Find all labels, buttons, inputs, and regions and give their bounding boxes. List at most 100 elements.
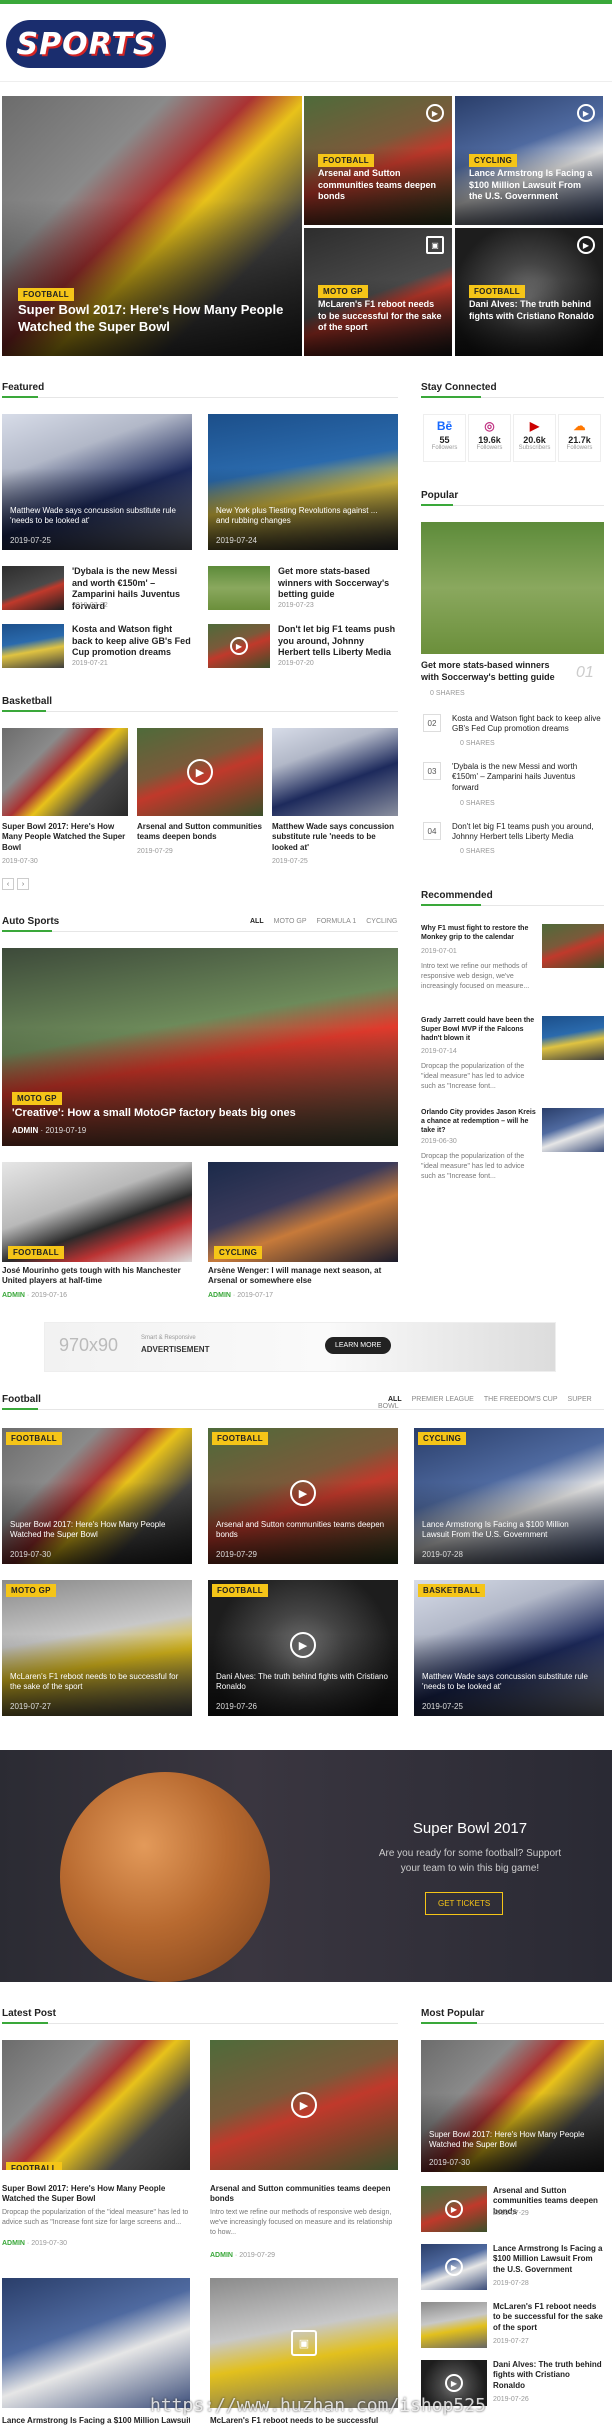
tab-all[interactable]: ALL (388, 1396, 402, 1403)
popular-item-title[interactable]: Kosta and Watson fight back to keep aliv… (452, 714, 604, 735)
author[interactable]: ADMIN (12, 1126, 38, 1135)
card-title[interactable]: Super Bowl 2017: Here's How Many People … (2, 822, 128, 853)
recommended-title[interactable]: Why F1 must fight to restore the Monkey … (421, 924, 536, 942)
thumb[interactable] (421, 2302, 487, 2348)
prev-button[interactable]: ‹ (2, 878, 14, 890)
list-title[interactable]: Don't let big F1 teams push you around, … (278, 624, 398, 659)
category-tag[interactable]: CYCLING (214, 1246, 263, 1259)
hero-card[interactable]: ▣ MOTO GP McLaren's F1 reboot needs to b… (304, 228, 452, 356)
hero-card-title[interactable]: Dani Alves: The truth behind fights with… (469, 299, 594, 322)
list-title[interactable]: Get more stats-based winners with Soccer… (278, 566, 398, 601)
most-popular-top[interactable]: Super Bowl 2017: Here's How Many People … (421, 2040, 604, 2172)
get-tickets-button[interactable]: GET TICKETS (425, 1892, 504, 1915)
category-tag[interactable]: CYCLING (418, 1432, 467, 1445)
hero-card[interactable]: ▶ FOOTBALL Dani Alves: The truth behind … (455, 228, 603, 356)
card-title[interactable]: 'Creative': How a small MotoGP factory b… (12, 1106, 382, 1120)
card-title[interactable]: Matthew Wade says concussion substitute … (272, 822, 398, 853)
hero-card[interactable]: ▶ FOOTBALL Arsenal and Sutton communitie… (304, 96, 452, 225)
card-title[interactable]: José Mourinho gets tough with his Manche… (2, 1266, 192, 1287)
popular-top-title[interactable]: Get more stats-based winners with Soccer… (421, 660, 566, 683)
card-title[interactable]: McLaren's F1 reboot needs to be successf… (210, 2416, 398, 2426)
tab-all[interactable]: ALL (250, 918, 264, 925)
author[interactable]: ADMIN (2, 2240, 25, 2247)
latest-card-image[interactable] (2, 2278, 190, 2408)
tab-cycling[interactable]: CYCLING (366, 918, 397, 925)
hero-card[interactable]: ▶ CYCLING Lance Armstrong Is Facing a $1… (455, 96, 603, 225)
card-title[interactable]: New York plus Tiesting Revolutions again… (216, 506, 391, 527)
list-title[interactable]: Lance Armstrong Is Facing a $100 Million… (493, 2244, 604, 2275)
recommended-title[interactable]: Grady Jarrett could have been the Super … (421, 1016, 536, 1043)
behance-follow[interactable]: Bē 55 Followers (423, 414, 466, 462)
football-card[interactable]: MOTO GP McLaren's F1 reboot needs to be … (2, 1580, 192, 1716)
youtube-follow[interactable]: ▶ 20.6k Subscribers (513, 414, 556, 462)
card-title[interactable]: Super Bowl 2017: Here's How Many People … (10, 1520, 185, 1541)
learn-more-button[interactable]: LEARN MORE (325, 1337, 392, 1354)
author[interactable]: ADMIN (208, 1292, 231, 1299)
popular-item-title[interactable]: 'Dybala is the new Messi and worth €150m… (452, 762, 604, 793)
next-button[interactable]: › (17, 878, 29, 890)
author[interactable]: ADMIN (210, 2252, 233, 2259)
list-title[interactable]: Dani Alves: The truth behind fights with… (493, 2360, 604, 2391)
basketball-thumb[interactable] (2, 728, 128, 816)
thumb[interactable]: ▶ (208, 624, 270, 668)
thumb[interactable] (542, 924, 604, 968)
category-tag[interactable]: FOOTBALL (18, 288, 74, 301)
card-title[interactable]: Dani Alves: The truth behind fights with… (216, 1672, 391, 1693)
card-title[interactable]: Super Bowl 2017: Here's How Many People … (429, 2130, 597, 2151)
featured-big-card[interactable]: New York plus Tiesting Revolutions again… (208, 414, 398, 550)
category-tag[interactable]: FOOTBALL (212, 1584, 268, 1597)
card-title[interactable]: Arsenal and Sutton communities teams dee… (210, 2184, 398, 2205)
tab-freedoms-cup[interactable]: THE FREEDOM'S CUP (484, 1396, 558, 1403)
hero-main-card[interactable]: FOOTBALL Super Bowl 2017: Here's How Man… (2, 96, 302, 356)
football-card[interactable]: FOOTBALL Super Bowl 2017: Here's How Man… (2, 1428, 192, 1564)
category-tag[interactable]: MOTO GP (12, 1092, 62, 1105)
popular-item-title[interactable]: Don't let big F1 teams push you around, … (452, 822, 604, 843)
auto-card-image[interactable]: CYCLING (208, 1162, 398, 1262)
category-tag[interactable]: BASKETBALL (418, 1584, 486, 1597)
card-title[interactable]: Matthew Wade says concussion substitute … (422, 1672, 597, 1693)
category-tag[interactable]: FOOTBALL (6, 2162, 62, 2170)
featured-big-card[interactable]: Matthew Wade says concussion substitute … (2, 414, 192, 550)
thumb[interactable] (2, 566, 64, 610)
tab-moto-gp[interactable]: MOTO GP (274, 918, 307, 925)
category-tag[interactable]: FOOTBALL (469, 285, 525, 298)
author[interactable]: ADMIN (2, 1292, 25, 1299)
card-title[interactable]: Lance Armstrong Is Facing a $100 Million… (422, 1520, 597, 1541)
category-tag[interactable]: FOOTBALL (212, 1432, 268, 1445)
basketball-thumb[interactable] (272, 728, 398, 816)
football-card[interactable]: BASKETBALL Matthew Wade says concussion … (414, 1580, 604, 1716)
football-card[interactable]: FOOTBALL ▶ Dani Alves: The truth behind … (208, 1580, 398, 1716)
thumb[interactable] (208, 566, 270, 610)
thumb[interactable] (542, 1016, 604, 1060)
latest-card-image[interactable]: ▶ (210, 2040, 398, 2170)
tab-premier-league[interactable]: PREMIER LEAGUE (412, 1396, 474, 1403)
hero-card-title[interactable]: McLaren's F1 reboot needs to be successf… (318, 299, 443, 334)
instagram-follow[interactable]: ◎ 19.6k Followers (468, 414, 511, 462)
list-title[interactable]: McLaren's F1 reboot needs to be successf… (493, 2302, 604, 2333)
hero-card-title[interactable]: Arsenal and Sutton communities teams dee… (318, 168, 443, 203)
thumb[interactable]: ▶ (421, 2244, 487, 2290)
category-tag[interactable]: FOOTBALL (8, 1246, 64, 1259)
category-tag[interactable]: FOOTBALL (318, 154, 374, 167)
category-tag[interactable]: MOTO GP (6, 1584, 56, 1597)
card-title[interactable]: Matthew Wade says concussion substitute … (10, 506, 185, 527)
tab-formula-1[interactable]: FORMULA 1 (317, 918, 357, 925)
auto-card-image[interactable]: FOOTBALL (2, 1162, 192, 1262)
list-title[interactable]: Kosta and Watson fight back to keep aliv… (72, 624, 192, 659)
card-title[interactable]: Super Bowl 2017: Here's How Many People … (2, 2184, 190, 2205)
card-title[interactable]: Arsenal and Sutton communities teams dee… (216, 1520, 391, 1541)
latest-card-image[interactable]: FOOTBALL (2, 2040, 190, 2170)
recommended-title[interactable]: Orlando City provides Jason Kreis a chan… (421, 1108, 536, 1135)
card-title[interactable]: Arsène Wenger: I will manage next season… (208, 1266, 398, 1287)
popular-top-image[interactable] (421, 522, 604, 654)
soundcloud-follow[interactable]: ☁ 21.7k Followers (558, 414, 601, 462)
latest-card-image[interactable]: ▣ (210, 2278, 398, 2408)
category-tag[interactable]: CYCLING (469, 154, 518, 167)
thumb[interactable] (2, 624, 64, 668)
card-title[interactable]: McLaren's F1 reboot needs to be successf… (10, 1672, 185, 1693)
site-logo[interactable]: SPORTS (6, 20, 166, 68)
card-title[interactable]: Lance Armstrong Is Facing a $100 Million… (2, 2416, 190, 2426)
basketball-thumb[interactable]: ▶ (137, 728, 263, 816)
advertisement-banner[interactable]: 970x90 Smart & Responsive ADVERTISEMENT … (44, 1322, 556, 1372)
auto-big-card[interactable]: MOTO GP 'Creative': How a small MotoGP f… (2, 948, 398, 1146)
